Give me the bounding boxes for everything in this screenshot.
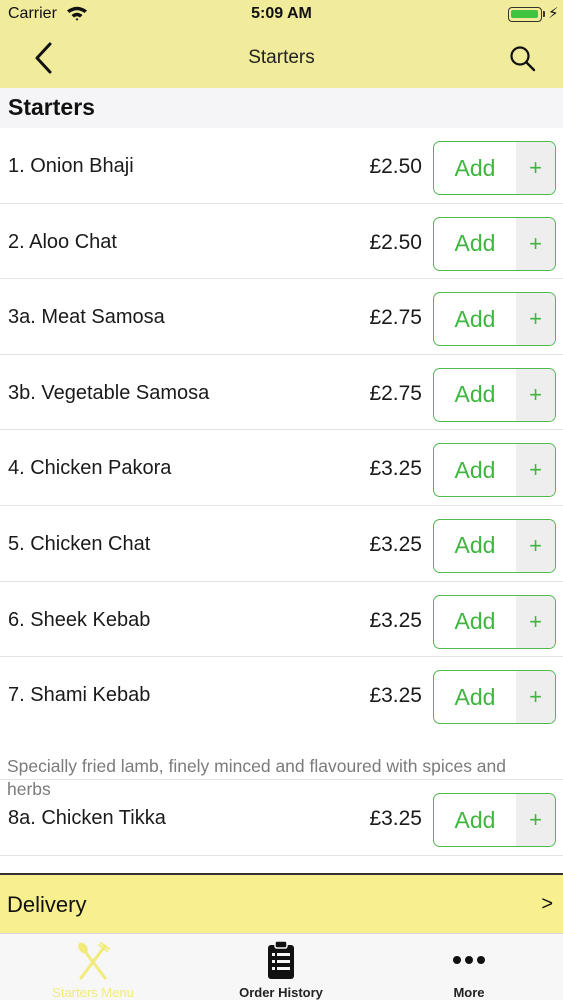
add-button[interactable]: Add + [433, 518, 556, 573]
add-button[interactable]: Add + [433, 594, 556, 649]
menu-item: 2. Aloo Chat £2.50 Add + [0, 204, 563, 280]
item-name: 7. Shami Kebab [8, 684, 151, 707]
item-name: 4. Chicken Pakora [8, 457, 172, 480]
item-price: £2.50 [369, 230, 422, 254]
menu-item: 1. Onion Bhaji £2.50 Add + [0, 128, 563, 204]
plus-icon: + [516, 142, 555, 194]
tab-label: Order History [239, 985, 323, 1000]
menu-item: 8a. Chicken Tikka £3.25 Add + [0, 780, 563, 856]
clock: 5:09 AM [251, 5, 312, 22]
item-price: £2.50 [369, 155, 422, 178]
plus-icon: + [516, 293, 555, 346]
item-price: £3.25 [369, 684, 422, 708]
fork-knife-icon [78, 942, 110, 980]
add-label: Add [454, 456, 496, 483]
item-price: £3.25 [369, 807, 422, 831]
add-button[interactable]: Add + [433, 292, 556, 347]
menu-item: 3b. Vegetable Samosa £2.75 Add + [0, 355, 563, 431]
add-button[interactable]: Add + [433, 367, 556, 422]
plus-icon: + [516, 595, 555, 648]
chevron-right-icon: > [541, 893, 553, 915]
search-button[interactable] [506, 42, 540, 76]
more-dots-icon [453, 956, 485, 964]
tab-order-history[interactable]: Order History [201, 934, 361, 1000]
item-price: £3.25 [369, 532, 422, 556]
plus-icon: + [516, 671, 555, 724]
tab-label: Starters Menu [52, 985, 134, 1000]
add-label: Add [454, 683, 496, 710]
plus-icon: + [516, 444, 555, 497]
item-name: 2. Aloo Chat [8, 230, 117, 253]
tab-label: More [453, 985, 485, 1000]
add-button[interactable]: Add + [433, 793, 556, 848]
plus-icon: + [516, 794, 555, 847]
charging-icon: ⚡ [548, 5, 559, 22]
item-name: 1. Onion Bhaji [8, 155, 134, 177]
item-price: £2.75 [369, 306, 422, 330]
tab-more[interactable]: More [389, 934, 549, 1000]
status-bar: Carrier 5:09 AM ⚡ [0, 0, 563, 30]
add-label: Add [454, 305, 496, 332]
section-title: Starters [8, 94, 95, 120]
battery-tip [543, 11, 545, 17]
section-header: Starters [0, 88, 563, 128]
item-price: £3.25 [369, 457, 422, 481]
plus-icon: + [516, 519, 555, 572]
add-label: Add [454, 154, 496, 181]
item-name: 3b. Vegetable Samosa [8, 381, 210, 404]
item-name: 6. Sheek Kebab [8, 608, 151, 631]
item-name: 3a. Meat Samosa [8, 306, 165, 329]
nav-bar: Starters [0, 30, 563, 88]
battery-icon [508, 7, 542, 22]
add-label: Add [454, 230, 496, 257]
menu-item: 6. Sheek Kebab £3.25 Add + [0, 582, 563, 658]
menu-item: 5. Chicken Chat £3.25 Add + [0, 506, 563, 582]
add-button[interactable]: Add + [433, 670, 556, 725]
menu-list[interactable]: 1. Onion Bhaji £2.50 Add + 2. Aloo Chat … [0, 128, 563, 873]
delivery-button[interactable]: Delivery > [0, 873, 563, 933]
menu-item: 7. Shami Kebab £3.25 Add + Specially fri… [0, 657, 563, 799]
nav-title: Starters [248, 47, 315, 68]
add-button[interactable]: Add + [433, 216, 556, 271]
item-price: £3.25 [369, 608, 422, 632]
plus-icon: + [516, 368, 555, 421]
add-label: Add [454, 806, 496, 833]
menu-item: 4. Chicken Pakora £3.25 Add + [0, 430, 563, 506]
add-button[interactable]: Add + [433, 141, 556, 195]
item-name: 5. Chicken Chat [8, 532, 151, 555]
tab-bar: Starters Menu Order History More [0, 933, 563, 1000]
add-button[interactable]: Add + [433, 443, 556, 498]
add-label: Add [454, 608, 496, 635]
item-price: £2.75 [369, 381, 422, 405]
item-name: 8a. Chicken Tikka [8, 807, 166, 830]
search-icon [510, 46, 536, 72]
add-label: Add [454, 381, 496, 408]
tab-starters-menu[interactable]: Starters Menu [13, 934, 173, 1000]
add-label: Add [454, 532, 496, 559]
delivery-label: Delivery [7, 892, 87, 917]
clipboard-icon [268, 940, 294, 979]
menu-item: 3a. Meat Samosa £2.75 Add + [0, 279, 563, 355]
plus-icon: + [516, 217, 555, 270]
